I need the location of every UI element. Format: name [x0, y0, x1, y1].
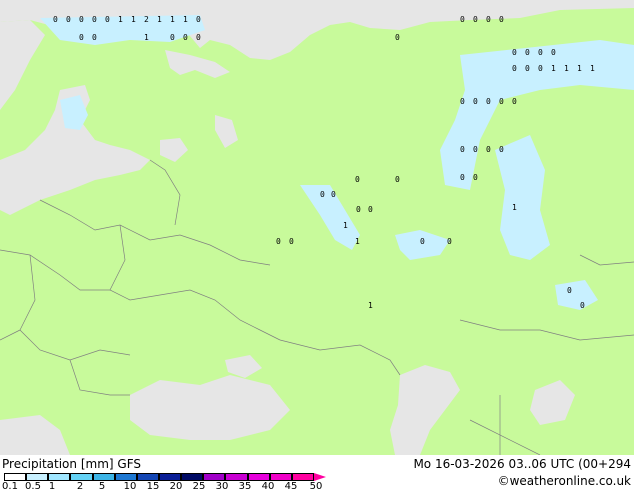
precip-value-marker: 0	[460, 145, 465, 154]
precip-value-marker: 1	[551, 64, 556, 73]
precip-value-marker: 1	[343, 221, 348, 230]
precip-value-marker: 0	[92, 15, 97, 24]
scale-swatch	[203, 473, 226, 481]
scale-swatch	[48, 473, 71, 481]
precip-value-marker: 0	[525, 48, 530, 57]
scale-tick-label: 25	[192, 481, 206, 492]
precip-value-marker: 0	[460, 97, 465, 106]
precip-value-marker: 0	[499, 15, 504, 24]
black-sea	[130, 375, 290, 440]
precip-value-marker: 0	[395, 175, 400, 184]
scale-swatch	[114, 473, 137, 481]
scale-tick-label: 2	[76, 481, 84, 492]
precip-value-marker: 1	[564, 64, 569, 73]
scale-arrow-icon	[314, 473, 326, 481]
precip-value-marker: 0	[53, 15, 58, 24]
scale-tick-label: 15	[146, 481, 160, 492]
scale-swatch	[136, 473, 159, 481]
precip-value-marker: 0	[567, 286, 572, 295]
precip-value-marker: 0	[79, 15, 84, 24]
precip-value-marker: 1	[183, 15, 188, 24]
scale-swatch	[92, 473, 115, 481]
precip-value-marker: 0	[420, 237, 425, 246]
scale-tick-label: 45	[284, 481, 298, 492]
scale-swatch	[291, 473, 314, 481]
precip-value-marker: 2	[144, 15, 149, 24]
precip-value-marker: 0	[196, 33, 201, 42]
legend-title: Precipitation [mm] GFS	[2, 457, 141, 471]
precipitation-map: 0000011211100010000000000000000000000000…	[0, 0, 634, 455]
precip-value-marker: 1	[590, 64, 595, 73]
precip-value-marker: 0	[356, 205, 361, 214]
precip-value-marker: 1	[577, 64, 582, 73]
precip-value-marker: 0	[196, 15, 201, 24]
precip-value-marker: 0	[473, 145, 478, 154]
scale-swatch	[225, 473, 248, 481]
model-name: GFS	[117, 457, 141, 471]
precip-value-marker: 0	[447, 237, 452, 246]
precip-value-marker: 0	[183, 33, 188, 42]
precip-value-marker: 0	[538, 48, 543, 57]
scale-tick-label: 0.5	[25, 481, 41, 492]
precip-value-marker: 0	[66, 15, 71, 24]
precip-value-marker: 0	[460, 15, 465, 24]
valid-time: Mo 16-03-2026 03..06 UTC (00+294	[413, 457, 631, 471]
precip-value-marker: 0	[551, 48, 556, 57]
precip-value-marker: 0	[499, 145, 504, 154]
scale-swatch	[26, 473, 49, 481]
scale-tick-label: 30	[215, 481, 229, 492]
scale-tick-label: 0.1	[2, 481, 18, 492]
scale-swatch	[181, 473, 204, 481]
precip-value-marker: 1	[355, 237, 360, 246]
scale-swatch	[159, 473, 182, 481]
precip-value-marker: 0	[395, 33, 400, 42]
scale-swatch	[4, 473, 27, 481]
precip-value-marker: 1	[131, 15, 136, 24]
precip-value-marker: 0	[512, 64, 517, 73]
legend-footer: Precipitation [mm] GFS Mo 16-03-2026 03.…	[0, 455, 634, 492]
credit-link[interactable]: ©weatheronline.co.uk	[498, 474, 631, 488]
precip-value-marker: 0	[92, 33, 97, 42]
precip-value-marker: 0	[486, 15, 491, 24]
precip-value-marker: 0	[331, 190, 336, 199]
scale-tick-label: 1	[48, 481, 56, 492]
precip-value-marker: 0	[486, 97, 491, 106]
scale-tick-label: 20	[169, 481, 183, 492]
scale-tick-label: 35	[238, 481, 252, 492]
scale-tick-label: 40	[261, 481, 275, 492]
precip-value-marker: 0	[105, 15, 110, 24]
precip-value-marker: 0	[460, 173, 465, 182]
precip-value-marker: 0	[499, 97, 504, 106]
scale-swatch	[269, 473, 292, 481]
precip-value-marker: 0	[580, 301, 585, 310]
scale-tick-label: 10	[123, 481, 137, 492]
precip-value-marker: 0	[79, 33, 84, 42]
precip-value-marker: 0	[170, 33, 175, 42]
precip-value-marker: 1	[368, 301, 373, 310]
precip-value-marker: 0	[473, 97, 478, 106]
precip-value-marker: 0	[512, 97, 517, 106]
precip-value-marker: 1	[512, 203, 517, 212]
precip-value-marker: 0	[525, 64, 530, 73]
scale-tick-label: 50	[309, 481, 323, 492]
precip-value-marker: 0	[473, 173, 478, 182]
precip-value-marker: 0	[473, 15, 478, 24]
precip-value-marker: 0	[486, 145, 491, 154]
precip-value-marker: 0	[368, 205, 373, 214]
precip-value-marker: 1	[144, 33, 149, 42]
precip-value-marker: 0	[538, 64, 543, 73]
scale-swatch	[70, 473, 93, 481]
scale-swatch	[247, 473, 270, 481]
precip-value-marker: 1	[170, 15, 175, 24]
precip-value-marker: 1	[118, 15, 123, 24]
precip-value-marker: 1	[157, 15, 162, 24]
precip-value-marker: 0	[320, 190, 325, 199]
precip-value-marker: 0	[512, 48, 517, 57]
precip-value-marker: 0	[276, 237, 281, 246]
scale-tick-label: 5	[98, 481, 106, 492]
precip-value-marker: 0	[355, 175, 360, 184]
precip-value-marker: 0	[289, 237, 294, 246]
